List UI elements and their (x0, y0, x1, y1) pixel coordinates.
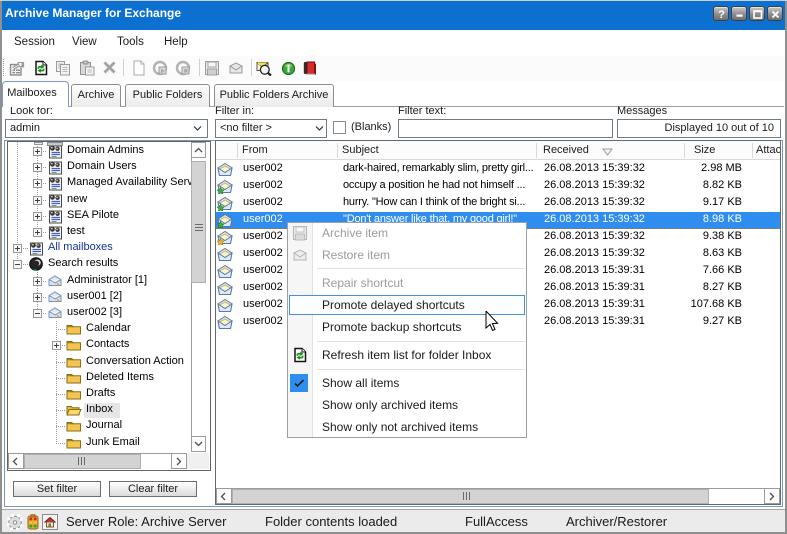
svg-text:?: ? (718, 9, 725, 21)
